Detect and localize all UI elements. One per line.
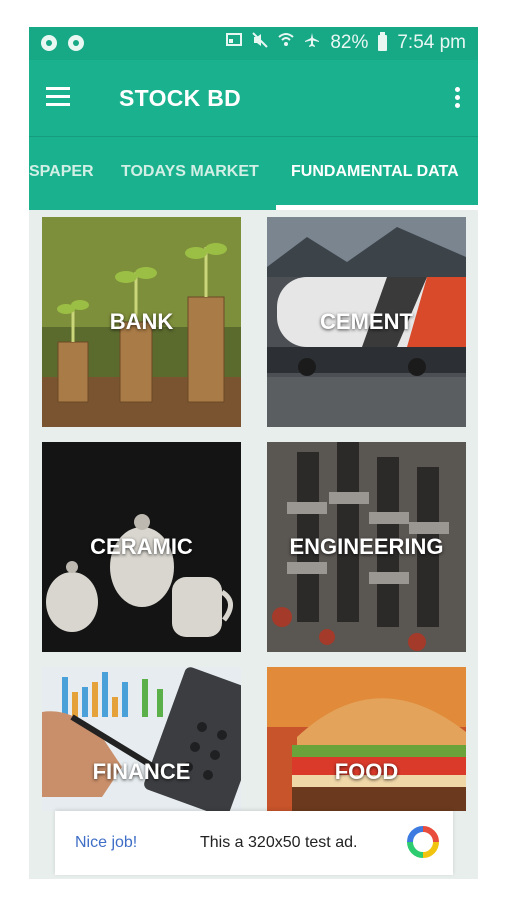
category-label: FOOD xyxy=(334,759,399,785)
app-screen: 82% 7:54 pm STOCK BD SPAPER TODAYS MARKE… xyxy=(29,27,478,879)
finance-image xyxy=(42,667,241,811)
cast-icon xyxy=(226,33,243,53)
category-tile-bank[interactable]: BANK xyxy=(42,217,241,427)
app-bar: STOCK BD xyxy=(29,60,478,136)
category-label: BANK xyxy=(109,309,174,334)
tab-bar: SPAPER TODAYS MARKET FUNDAMENTAL DATA xyxy=(29,136,478,210)
ad-nice-job-text: Nice job! xyxy=(75,834,138,851)
airplane-icon xyxy=(304,32,320,54)
category-tile-cement[interactable]: CEMENT xyxy=(267,217,466,427)
food-image xyxy=(267,667,466,811)
category-tile-finance[interactable]: FINANCE xyxy=(42,667,241,811)
ad-message: This a 320x50 test ad. xyxy=(200,834,358,851)
wifi-icon xyxy=(278,32,294,54)
notification-circle-icon xyxy=(41,35,57,51)
status-bar-notifications xyxy=(41,35,84,51)
hamburger-menu-icon[interactable] xyxy=(46,87,70,107)
notification-circle-icon xyxy=(68,35,84,51)
battery-icon xyxy=(378,32,388,51)
category-label: ENGINEERING xyxy=(289,534,444,559)
tab-todays-market[interactable]: TODAYS MARKET xyxy=(121,163,259,181)
category-label: CEMENT xyxy=(320,309,413,334)
clock: 7:54 pm xyxy=(397,32,466,53)
category-label: FINANCE xyxy=(92,759,191,785)
ad-banner[interactable]: Nice job! This a 320x50 test ad. xyxy=(55,811,453,875)
active-tab-indicator xyxy=(276,205,478,210)
status-bar-system: 82% 7:54 pm xyxy=(226,32,466,54)
category-tile-ceramic[interactable]: CERAMIC xyxy=(42,442,241,652)
tab-fundamental-data[interactable]: FUNDAMENTAL DATA xyxy=(291,163,459,181)
category-tile-engineering[interactable]: ENGINEERING xyxy=(267,442,466,652)
mute-icon xyxy=(252,32,269,54)
battery-percent: 82% xyxy=(330,32,369,53)
app-title: STOCK BD xyxy=(119,85,242,111)
category-tile-food[interactable]: FOOD xyxy=(267,667,466,811)
ad-network-logo-icon xyxy=(406,825,440,859)
more-vertical-icon[interactable] xyxy=(454,87,460,109)
category-label: CERAMIC xyxy=(90,534,193,559)
status-bar: 82% 7:54 pm xyxy=(29,27,478,60)
tab-newspaper[interactable]: SPAPER xyxy=(29,163,94,181)
